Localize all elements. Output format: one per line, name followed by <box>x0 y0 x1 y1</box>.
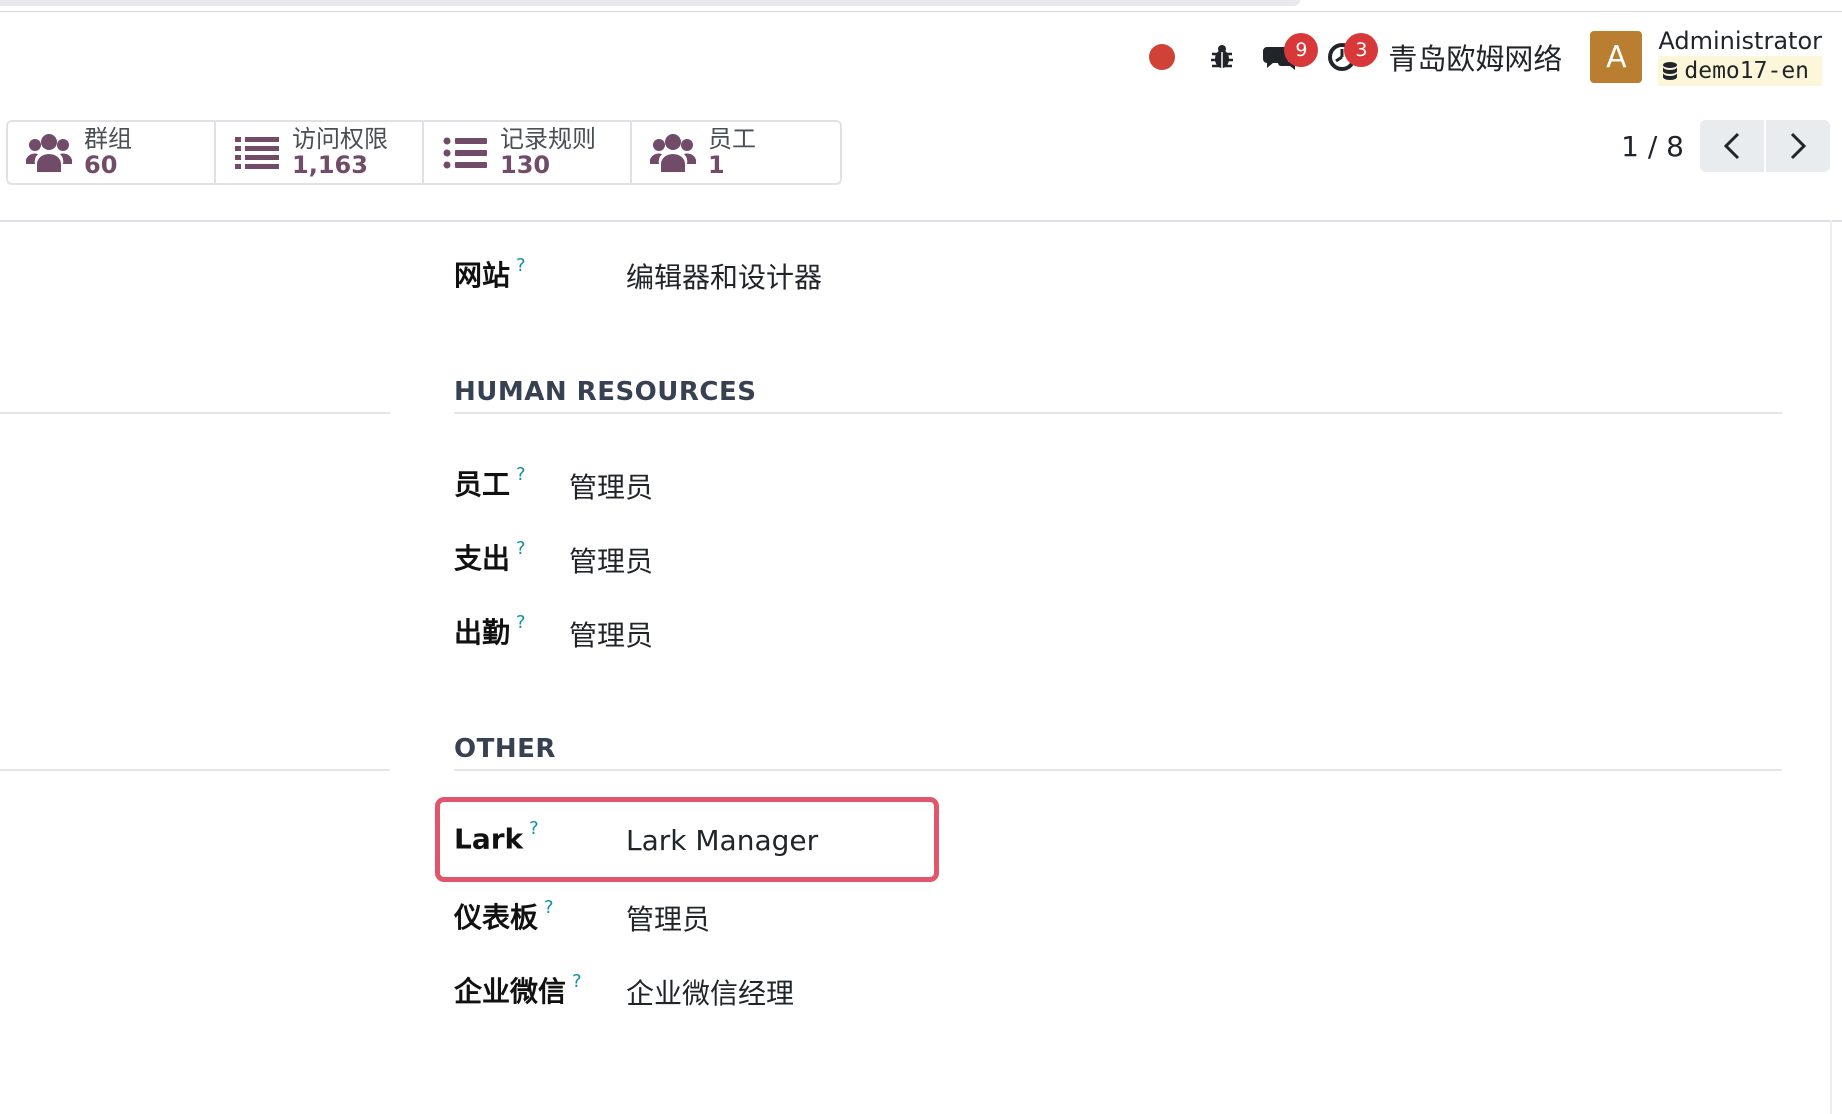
website-field-label: 网站? <box>454 254 526 292</box>
pager-value[interactable]: 1 / 8 <box>1621 130 1684 163</box>
pager-previous-button[interactable] <box>1700 120 1764 172</box>
expenses-field-label: 支出? <box>454 537 526 575</box>
access-rights-stat-button[interactable]: 访问权限 1,163 <box>216 122 424 183</box>
stat-label: 群组 <box>84 125 132 154</box>
list-icon <box>442 130 488 176</box>
help-tooltip-icon[interactable]: ? <box>544 897 554 918</box>
stat-label: 访问权限 <box>292 125 388 154</box>
help-tooltip-icon[interactable]: ? <box>516 538 526 559</box>
stat-value: 1,163 <box>292 150 368 179</box>
database-name: demo17-en <box>1658 55 1822 87</box>
form-sheet-right-edge <box>1830 220 1832 1114</box>
database-label: demo17-en <box>1684 57 1810 84</box>
section-title-human-resources: HUMAN RESOURCES <box>454 377 757 407</box>
record-pager: 1 / 8 <box>1621 120 1830 172</box>
help-tooltip-icon[interactable]: ? <box>529 818 539 839</box>
wecom-field-value[interactable]: 企业微信经理 <box>626 972 794 1012</box>
recording-indicator[interactable] <box>1132 27 1192 87</box>
chevron-right-icon <box>1790 132 1807 160</box>
stat-value: 60 <box>84 150 118 179</box>
attendance-field-value[interactable]: 管理员 <box>569 614 653 654</box>
stat-value: 1 <box>708 150 725 179</box>
help-tooltip-icon[interactable]: ? <box>516 612 526 633</box>
users-icon <box>26 130 72 176</box>
lark-field-label: Lark? <box>454 818 539 856</box>
dashboard-field-label: 仪表板? <box>454 896 554 934</box>
stat-label: 记录规则 <box>500 125 596 154</box>
stat-label: 员工 <box>708 125 756 154</box>
database-icon <box>1663 61 1678 80</box>
avatar[interactable]: A <box>1590 31 1643 83</box>
browser-chrome-bar <box>0 0 1842 12</box>
employees-field-value[interactable]: 管理员 <box>569 466 653 506</box>
pager-next-button[interactable] <box>1766 120 1830 172</box>
bug-icon <box>1211 45 1234 68</box>
users-icon <box>650 130 696 176</box>
dashboard-field-value[interactable]: 管理员 <box>626 898 710 938</box>
website-field-value[interactable]: 编辑器和设计器 <box>626 256 822 296</box>
lark-field-value[interactable]: Lark Manager <box>626 824 818 857</box>
smart-button-box: 群组 60 访问权限 1,163 记录规则 130 员工 1 <box>6 120 842 185</box>
user-menu[interactable]: Administrator demo17-en <box>1658 26 1822 87</box>
section-divider <box>454 412 1782 414</box>
section-divider <box>454 769 1782 771</box>
list-icon <box>234 130 280 176</box>
messages-menu[interactable]: 9 <box>1252 27 1319 87</box>
record-rules-stat-button[interactable]: 记录规则 130 <box>424 122 632 183</box>
debug-menu[interactable] <box>1192 27 1252 87</box>
section-divider-left <box>0 769 390 771</box>
form-sheet-border <box>0 220 1842 222</box>
horizontal-scrollbar[interactable] <box>0 0 1300 6</box>
expenses-field-value[interactable]: 管理员 <box>569 540 653 580</box>
company-switcher[interactable]: 青岛欧姆网络 <box>1388 36 1562 78</box>
help-tooltip-icon[interactable]: ? <box>572 971 582 992</box>
wecom-field-label: 企业微信? <box>454 970 582 1008</box>
stat-value: 130 <box>500 150 551 179</box>
record-dot-icon <box>1149 44 1176 70</box>
attendance-field-label: 出勤? <box>454 611 526 649</box>
chevron-left-icon <box>1723 132 1740 160</box>
systray: 9 3 青岛欧姆网络 A Administrator demo17-en <box>1132 24 1822 90</box>
employees-stat-button[interactable]: 员工 1 <box>632 122 840 183</box>
activities-menu[interactable]: 3 <box>1312 27 1379 87</box>
employees-field-label: 员工? <box>454 463 526 501</box>
section-title-other: OTHER <box>454 734 556 764</box>
section-divider-left <box>0 412 390 414</box>
activities-count-badge: 3 <box>1344 33 1379 67</box>
help-tooltip-icon[interactable]: ? <box>516 464 526 485</box>
help-tooltip-icon[interactable]: ? <box>516 255 526 276</box>
groups-stat-button[interactable]: 群组 60 <box>8 122 216 183</box>
user-name: Administrator <box>1658 26 1822 55</box>
